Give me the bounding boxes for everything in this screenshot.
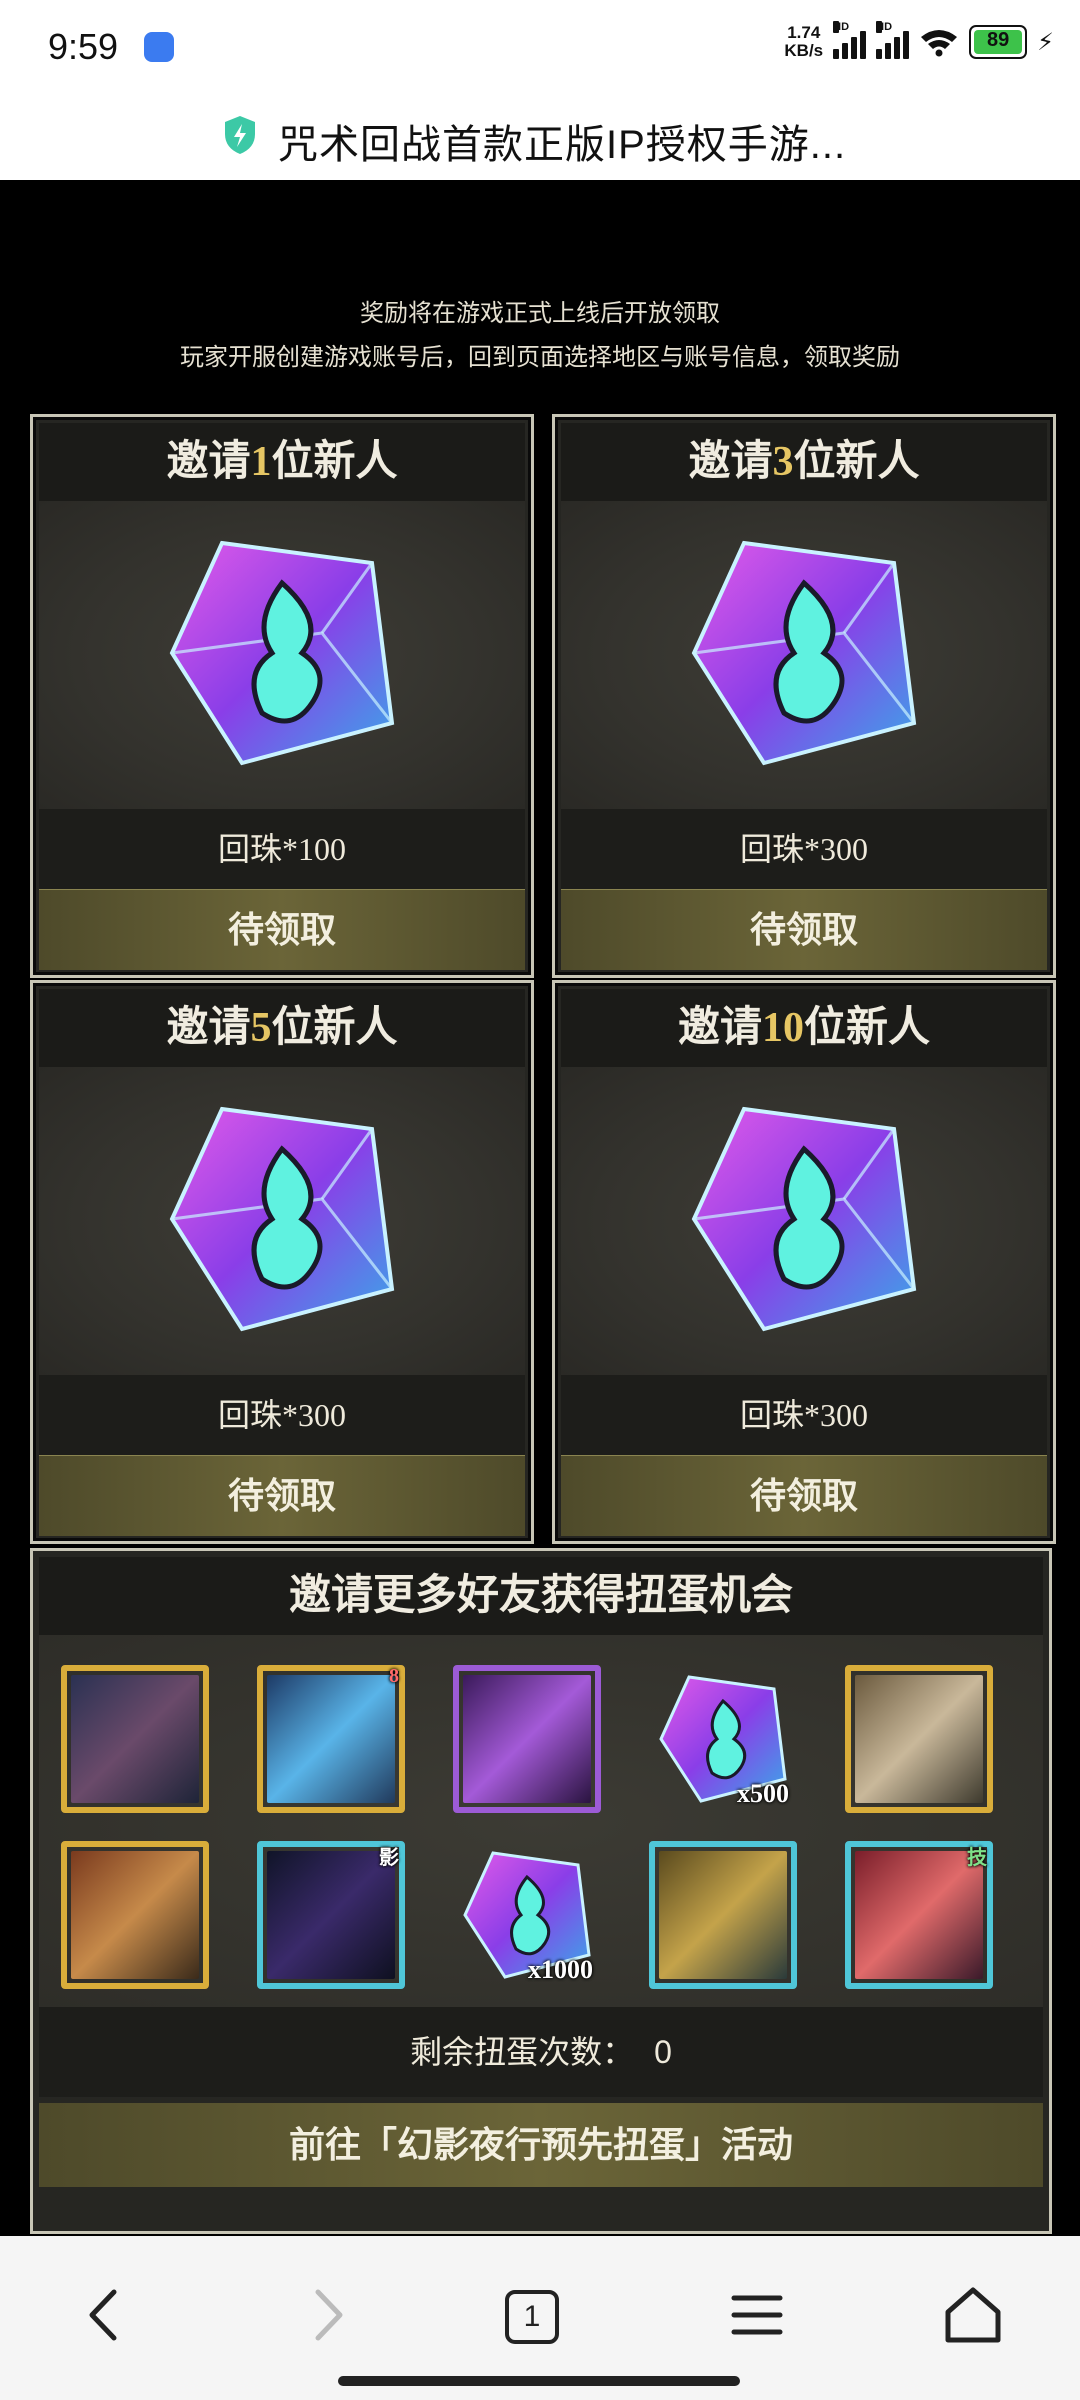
gacha-item-cube-1000[interactable]: x1000 [453,1841,601,1989]
cube-reward-icon [169,1106,395,1332]
browser-title-bar: 咒术回战首款正版IP授权手游... [0,96,1080,180]
card-badge: 8 [389,1665,399,1687]
gacha-item-character-card-1[interactable] [61,1665,209,1813]
card-title: 邀请1位新人 [39,423,525,501]
claim-button[interactable]: 待领取 [39,1455,525,1536]
cube-reward-icon [169,540,395,766]
notice-text: 奖励将在游戏正式上线后开放领取 玩家开服创建游戏账号后，回到页面选择地区与账号信… [0,292,1080,380]
item-quantity: x1000 [528,1955,593,1984]
claim-button[interactable]: 待领取 [561,889,1047,970]
status-right: 1.74 KB/s HD HD 89 ⚡ [784,21,1054,60]
network-rate: 1.74 KB/s [784,24,823,60]
gacha-item-character-card-4[interactable] [845,1665,993,1813]
card-title-count: 5 [250,1005,272,1051]
home-indicator[interactable] [338,2376,740,2386]
gacha-item-character-card-2[interactable]: 8 [257,1665,405,1813]
home-icon[interactable] [938,2280,1008,2350]
claim-button[interactable]: 待领取 [39,889,525,970]
card-title-count: 3 [772,439,794,485]
reward-amount: 回珠*300 [561,1375,1047,1455]
wifi-icon [921,30,958,57]
network-rate-unit: KB/s [784,41,824,60]
reward-image-area [39,1067,525,1375]
signal-icon-1: HD [833,21,867,59]
card-title-prefix: 邀请 [166,1005,251,1051]
gacha-title: 邀请更多好友获得扭蛋机会 [39,1557,1043,1635]
forward-icon[interactable] [292,2280,362,2350]
reward-amount: 回珠*300 [561,809,1047,889]
gacha-item-character-card-7[interactable] [649,1841,797,1989]
reward-image-area [39,501,525,809]
hd-label-1: HD [833,21,850,33]
signal-icon-2: HD [876,21,910,59]
shield-icon [225,116,255,154]
cube-reward-icon [691,1106,917,1332]
card-title: 邀请5位新人 [39,989,525,1067]
notice-line-1: 奖励将在游戏正式上线后开放领取 [360,301,720,327]
card-title: 邀请10位新人 [561,989,1047,1067]
status-bar: 9:59 1.74 KB/s HD HD 89 ⚡ [0,0,1080,96]
reward-image-area [561,501,1047,809]
invite-card-5: 邀请5位新人 回珠*300 待领取 [30,980,534,1544]
invite-card-3: 邀请3位新人 回珠*300 待领取 [552,414,1056,978]
hd-label-2: HD [876,21,893,33]
invite-card-1: 邀请1位新人 回珠*100 待领取 [30,414,534,978]
gacha-item-cube-500[interactable]: x500 [649,1665,797,1813]
card-title-prefix: 邀请 [166,439,251,485]
remaining-draws: 剩余扭蛋次数： 0 [39,2007,1043,2097]
card-title-suffix: 位新人 [271,439,398,485]
reward-amount: 回珠*300 [39,1375,525,1455]
browser-nav-bar: 1 [0,2236,1080,2400]
card-title-suffix: 位新人 [271,1005,398,1051]
cube-reward-icon [691,540,917,766]
item-quantity: x500 [737,1779,789,1808]
card-title-prefix: 邀请 [688,439,773,485]
card-title: 邀请3位新人 [561,423,1047,501]
remaining-draws-label: 剩余扭蛋次数： [410,2034,635,2070]
back-icon[interactable] [70,2280,140,2350]
card-badge: 技 [967,1847,987,1869]
go-to-gacha-button[interactable]: 前往「幻影夜行预先扭蛋」活动 [39,2103,1043,2187]
gacha-item-character-card-5[interactable] [61,1841,209,1989]
gacha-item-character-card-8[interactable]: 技 [845,1841,993,1989]
page-title[interactable]: 咒术回战首款正版IP授权手游... [278,112,846,170]
gacha-item-grid: 8 x500 影 x1000 技 [39,1635,1043,2007]
card-badge: 影 [379,1847,399,1869]
reward-amount: 回珠*100 [39,809,525,889]
page-content: 奖励将在游戏正式上线后开放领取 玩家开服创建游戏账号后，回到页面选择地区与账号信… [0,180,1080,2235]
reward-image-area [561,1067,1047,1375]
menu-icon[interactable] [722,2280,792,2350]
card-title-prefix: 邀请 [677,1005,762,1051]
battery-level: 89 [987,29,1010,51]
tabs-button[interactable]: 1 [505,2290,559,2344]
card-title-suffix: 位新人 [793,439,920,485]
gacha-item-character-card-6[interactable]: 影 [257,1841,405,1989]
notice-line-2: 玩家开服创建游戏账号后，回到页面选择地区与账号信息，领取奖励 [180,345,900,371]
gacha-panel: 邀请更多好友获得扭蛋机会 8 x500 影 x1000 技 剩余扭蛋次数： 0 … [30,1548,1052,2234]
network-rate-value: 1.74 [787,23,821,42]
invite-card-10: 邀请10位新人 回珠*300 待领取 [552,980,1056,1544]
claim-button[interactable]: 待领取 [561,1455,1047,1536]
battery-icon: 89 [969,25,1028,59]
card-title-count: 10 [762,1005,804,1051]
notification-icon [144,32,174,62]
status-time: 9:59 [48,26,119,67]
card-title-suffix: 位新人 [804,1005,931,1051]
remaining-draws-value: 0 [654,2034,672,2070]
card-title-count: 1 [250,439,272,485]
gacha-item-character-card-3[interactable] [453,1665,601,1813]
charging-icon: ⚡ [1037,28,1054,56]
